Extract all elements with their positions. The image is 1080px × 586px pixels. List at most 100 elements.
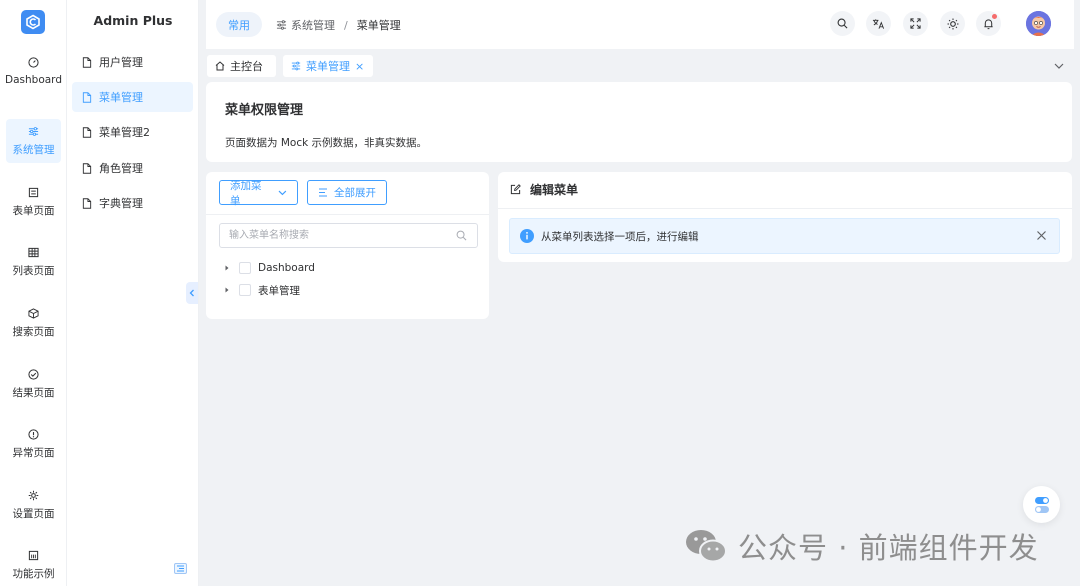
document-icon xyxy=(82,197,93,209)
sidebar-item-dictionary[interactable]: 字典管理 xyxy=(72,188,193,218)
rail-item-form[interactable]: 表单页面 xyxy=(6,180,61,224)
theme-button[interactable] xyxy=(940,11,965,36)
rail-item-label: 异常页面 xyxy=(12,447,55,459)
search-button[interactable] xyxy=(830,11,855,36)
bell-icon xyxy=(984,18,993,29)
document-icon xyxy=(82,91,93,103)
user-avatar[interactable] xyxy=(1026,11,1051,36)
divider xyxy=(498,208,1072,209)
sidebar-item-roles[interactable]: 角色管理 xyxy=(72,153,193,183)
caret-right-icon[interactable] xyxy=(223,264,231,272)
tree-node-label: 表单管理 xyxy=(258,284,300,297)
calendar-icon xyxy=(28,549,40,561)
sidebar-item-label: 菜单管理2 xyxy=(99,126,150,139)
info-alert: 从菜单列表选择一项后，进行编辑 xyxy=(509,218,1060,254)
logo-icon xyxy=(26,14,40,30)
document-icon xyxy=(82,56,93,68)
rail-item-examples[interactable]: 功能示例 xyxy=(6,543,61,586)
form-icon xyxy=(28,186,40,198)
rail-item-result[interactable]: 结果页面 xyxy=(6,362,61,406)
rail-item-dashboard[interactable]: Dashboard xyxy=(5,49,62,93)
chevron-left-icon xyxy=(189,289,194,297)
notifications-button[interactable] xyxy=(976,11,1001,36)
avatar-icon xyxy=(1026,11,1051,36)
rail-item-search[interactable]: 搜索页面 xyxy=(6,301,61,345)
document-icon xyxy=(82,162,93,174)
page-description: 页面数据为 Mock 示例数据，非真实数据。 xyxy=(225,137,428,149)
breadcrumb-separator: / xyxy=(344,18,348,32)
primary-nav-rail: Dashboard 系统管理 表单页面 列表页面 搜索页面 结果页面 异常页面 … xyxy=(0,0,67,586)
watermark: 公众号 · 前端组件开发 xyxy=(684,525,1039,567)
rail-item-label: 设置页面 xyxy=(12,508,55,520)
menu-search-field xyxy=(219,223,478,248)
sliders-icon xyxy=(276,20,287,30)
rail-item-list[interactable]: 列表页面 xyxy=(6,240,61,284)
cube-icon xyxy=(28,307,40,319)
rail-item-label: 功能示例 xyxy=(12,568,55,580)
gauge-icon xyxy=(28,57,40,69)
fullscreen-icon xyxy=(910,18,921,29)
page-title: 菜单权限管理 xyxy=(225,103,304,118)
add-menu-label: 添加菜单 xyxy=(230,179,262,207)
list-icon xyxy=(319,188,327,197)
breadcrumb-parent[interactable]: 系统管理 xyxy=(291,17,335,33)
caret-right-icon[interactable] xyxy=(223,286,231,294)
menu-tree-card: 添加菜单 全部展开 Dashboard 表单管理 xyxy=(206,172,489,319)
add-menu-button[interactable]: 添加菜单 xyxy=(219,179,298,207)
tree-node-dashboard[interactable]: Dashboard xyxy=(223,260,315,276)
warning-circle-icon xyxy=(28,428,40,440)
sun-icon xyxy=(947,18,958,29)
app-logo[interactable] xyxy=(21,10,45,34)
secondary-sidebar: Admin Plus 用户管理 菜单管理 菜单管理2 角色管理 字典管理 xyxy=(67,0,199,586)
favorites-pill[interactable]: 常用 xyxy=(216,12,262,37)
search-icon xyxy=(456,230,468,242)
tab-label: 菜单管理 xyxy=(306,60,350,73)
edit-menu-header: 编辑菜单 xyxy=(510,181,578,198)
rail-item-exception[interactable]: 异常页面 xyxy=(6,422,61,466)
alert-close-icon[interactable] xyxy=(1036,230,1047,241)
menu-search-input[interactable] xyxy=(220,224,456,247)
fullscreen-button[interactable] xyxy=(903,11,928,36)
language-button[interactable] xyxy=(866,11,891,36)
grid-icon xyxy=(28,246,40,258)
breadcrumb: 系统管理 / 菜单管理 xyxy=(276,17,401,33)
sidebar-item-users[interactable]: 用户管理 xyxy=(72,47,193,77)
rail-item-label: 列表页面 xyxy=(12,265,55,277)
sliders-icon xyxy=(28,125,40,137)
floating-settings-toggle[interactable] xyxy=(1023,486,1060,523)
tabs-dropdown-icon[interactable] xyxy=(1053,60,1065,72)
tree-node-label: Dashboard xyxy=(258,262,315,274)
rail-item-system[interactable]: 系统管理 xyxy=(6,119,61,163)
home-icon xyxy=(215,61,225,71)
tab-home[interactable]: 主控台 xyxy=(207,55,276,77)
tab-menu-management[interactable]: 菜单管理 × xyxy=(283,55,373,77)
edit-menu-card: 编辑菜单 从菜单列表选择一项后，进行编辑 xyxy=(498,172,1072,262)
search-icon xyxy=(837,18,848,29)
toggle-icon xyxy=(1034,496,1049,513)
rail-item-settings[interactable]: 设置页面 xyxy=(6,483,61,527)
sidebar-item-menu2[interactable]: 菜单管理2 xyxy=(72,117,193,147)
rail-item-label: 表单页面 xyxy=(12,205,55,217)
sidebar-fold-icon[interactable] xyxy=(174,563,187,574)
sidebar-collapse-toggle[interactable] xyxy=(186,282,198,304)
sidebar-item-label: 菜单管理 xyxy=(99,91,143,104)
check-circle-icon xyxy=(28,368,40,380)
gear-icon xyxy=(28,489,40,501)
expand-all-button[interactable]: 全部展开 xyxy=(307,180,387,205)
tree-node-checkbox[interactable] xyxy=(239,284,251,296)
notification-badge xyxy=(992,14,997,19)
info-icon xyxy=(520,229,534,243)
expand-all-label: 全部展开 xyxy=(334,187,376,199)
top-header: 常用 系统管理 / 菜单管理 xyxy=(206,0,1074,49)
edit-icon xyxy=(510,184,521,195)
edit-menu-title: 编辑菜单 xyxy=(530,183,579,197)
sidebar-item-label: 字典管理 xyxy=(99,197,143,210)
sidebar-item-menu[interactable]: 菜单管理 xyxy=(72,82,193,112)
tab-close-icon[interactable]: × xyxy=(355,61,364,72)
tree-node-form-management[interactable]: 表单管理 xyxy=(223,282,300,298)
page-header-card: 菜单权限管理 页面数据为 Mock 示例数据，非真实数据。 xyxy=(206,82,1072,162)
tree-node-checkbox[interactable] xyxy=(239,262,251,274)
sidebar-item-label: 角色管理 xyxy=(99,162,143,175)
rail-item-label: 结果页面 xyxy=(12,387,55,399)
rail-item-label: 系统管理 xyxy=(12,144,55,156)
